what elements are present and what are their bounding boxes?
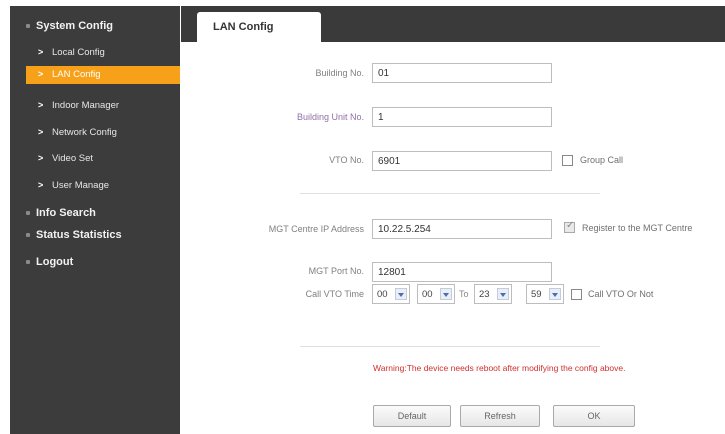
group-call-checkbox[interactable]: [562, 155, 573, 166]
sidebar-group-status-statistics[interactable]: Status Statistics: [10, 229, 180, 245]
select-value: 00: [422, 289, 433, 300]
building-unit-no-input[interactable]: [372, 107, 552, 127]
chevron-right-icon: >: [38, 127, 44, 137]
sidebar-group-label: System Config: [36, 20, 114, 32]
mgt-port-label: MGT Port No.: [308, 266, 364, 276]
sidebar-item-user-manage[interactable]: > User Manage: [10, 177, 180, 195]
vto-no-input[interactable]: [372, 151, 552, 171]
mgt-port-input[interactable]: [372, 262, 552, 282]
sidebar: System Config > Local Config > LAN Confi…: [10, 6, 180, 434]
sidebar-item-label: Local Config: [52, 47, 105, 58]
mgt-ip-label: MGT Centre IP Address: [268, 224, 364, 234]
register-mgt-label: Register to the MGT Centre: [582, 223, 693, 233]
tab-label: LAN Config: [213, 21, 274, 33]
from-hour-select[interactable]: 00: [372, 284, 410, 304]
chevron-down-icon: [440, 288, 452, 300]
call-vto-or-not-label: Call VTO Or Not: [588, 289, 654, 299]
ok-button[interactable]: OK: [553, 405, 635, 427]
chevron-down-icon: [497, 288, 509, 300]
chevron-right-icon: >: [38, 69, 44, 79]
chevron-right-icon: >: [38, 180, 44, 190]
from-minute-select[interactable]: 00: [417, 284, 455, 304]
sidebar-item-network-config[interactable]: > Network Config: [10, 124, 180, 142]
building-no-input[interactable]: [372, 63, 552, 83]
building-no-label: Building No.: [315, 68, 364, 78]
building-unit-no-label: Building Unit No.: [296, 112, 364, 122]
divider: [300, 193, 600, 194]
vto-no-label: VTO No.: [329, 155, 364, 165]
sidebar-group-label: Status Statistics: [36, 229, 122, 241]
sidebar-group-logout[interactable]: Logout: [10, 256, 180, 272]
chevron-down-icon: [395, 288, 407, 300]
chevron-right-icon: >: [38, 100, 44, 110]
select-value: 59: [531, 289, 542, 300]
sidebar-group-info-search[interactable]: Info Search: [10, 207, 180, 223]
sidebar-group-label: Logout: [36, 256, 74, 268]
bullet-icon: [26, 260, 30, 264]
bullet-icon: [26, 24, 30, 28]
sidebar-item-label: Video Set: [52, 153, 94, 164]
call-vto-or-not-checkbox[interactable]: [571, 289, 582, 300]
select-value: 00: [377, 289, 388, 300]
bullet-icon: [26, 233, 30, 237]
bullet-icon: [26, 211, 30, 215]
sidebar-item-label: Network Config: [52, 127, 117, 138]
refresh-button[interactable]: Refresh: [460, 405, 540, 427]
chevron-down-icon: [549, 288, 561, 300]
sidebar-item-lan-config[interactable]: > LAN Config: [26, 66, 180, 84]
group-call-label: Group Call: [580, 155, 624, 165]
to-hour-select[interactable]: 23: [474, 284, 512, 304]
sidebar-group-system-config[interactable]: System Config: [10, 20, 180, 36]
sidebar-item-local-config[interactable]: > Local Config: [10, 44, 180, 62]
to-label: To: [459, 289, 469, 299]
mgt-ip-input[interactable]: [372, 219, 552, 239]
sidebar-group-label: Info Search: [36, 207, 96, 219]
call-vto-time-label: Call VTO Time: [305, 289, 364, 299]
to-minute-select[interactable]: 59: [526, 284, 564, 304]
divider: [300, 346, 600, 347]
chevron-right-icon: >: [38, 153, 44, 163]
tab-lan-config[interactable]: LAN Config: [197, 12, 321, 42]
chevron-right-icon: >: [38, 47, 44, 57]
register-mgt-checkbox[interactable]: [564, 220, 575, 233]
sidebar-item-label: LAN Config: [52, 69, 101, 80]
select-value: 23: [479, 289, 490, 300]
sidebar-item-indoor-manager[interactable]: > Indoor Manager: [10, 97, 180, 115]
sidebar-item-label: Indoor Manager: [52, 100, 120, 111]
warning-text: Warning:The device needs reboot after mo…: [373, 363, 626, 373]
default-button[interactable]: Default: [373, 405, 451, 427]
sidebar-item-video-set[interactable]: > Video Set: [10, 150, 180, 168]
tab-bar: LAN Config: [181, 6, 725, 42]
sidebar-item-label: User Manage: [52, 180, 110, 191]
